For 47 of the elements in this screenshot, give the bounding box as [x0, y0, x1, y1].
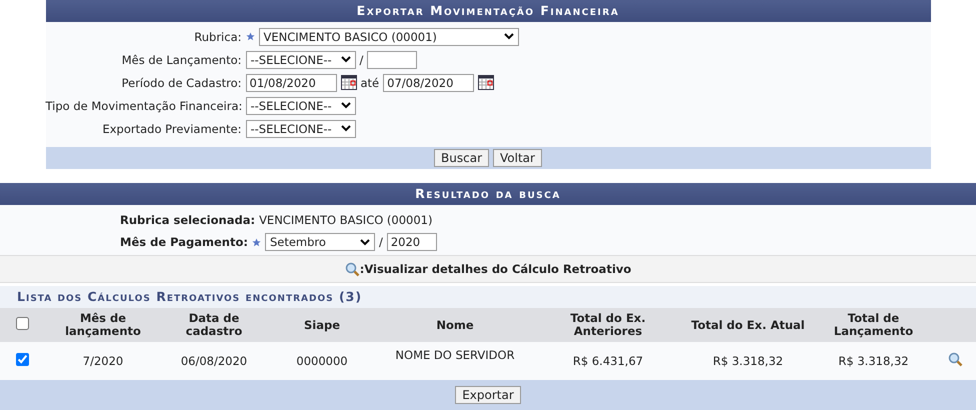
rubrica-value: VENCIMENTO BASICO (00001) [259, 213, 432, 227]
separator: / [360, 52, 364, 66]
form-title: Exportar Movimentação Financeira [46, 0, 930, 22]
date-field[interactable]: 07/08/2020 [383, 74, 474, 92]
column-header: Siape [266, 308, 378, 342]
field-label: Exportado Previamente: [101, 122, 242, 136]
date-field[interactable]: 01/08/2020 [246, 74, 336, 92]
select-field[interactable]: --SELECIONE-- [246, 120, 356, 138]
field-label: Tipo de Movimentação Financeira: [46, 98, 244, 112]
caret-icon [504, 33, 514, 40]
column-header: Total do Ex. Anteriores [532, 308, 684, 342]
search-icon [344, 262, 360, 276]
separator: / [378, 235, 383, 249]
result-title: Resultado da busca [0, 183, 976, 205]
field-label: Mês de Lançamento: [120, 52, 242, 66]
rubrica-label: Rubrica selecionada: [120, 213, 256, 227]
row-checkbox[interactable] [16, 353, 28, 366]
field-label: Rubrica: [193, 30, 242, 44]
select-field[interactable]: --SELECIONE-- [246, 96, 356, 114]
field-label: Período de Cadastro: [120, 76, 242, 90]
caret-icon [340, 56, 350, 63]
list-title: Lista dos Cálculos Retroativos encontrados (3) [0, 286, 976, 308]
year-field[interactable] [367, 50, 418, 68]
payment-label: Mês de Pagamento: [120, 235, 248, 249]
month-select[interactable]: --SELECIONE-- [246, 50, 356, 68]
caret-icon [340, 102, 350, 109]
column-header: Total do Ex. Atual [684, 308, 812, 342]
until-label: até [360, 76, 380, 90]
legend-text: :Visualizar detalhes do Cálculo Retroativo [360, 262, 632, 276]
action-button[interactable]: Voltar [493, 149, 542, 167]
column-header: Mês de lançamento [44, 308, 162, 342]
export-button[interactable]: Exportar [455, 386, 521, 404]
calendar-icon[interactable] [478, 75, 494, 90]
year-field[interactable]: 2020 [386, 233, 437, 251]
column-header: Total de Lançamento [812, 308, 935, 342]
calendar-icon[interactable] [340, 75, 356, 90]
required-icon [246, 32, 254, 41]
caret-icon [340, 125, 350, 132]
month-select[interactable]: Setembro [264, 233, 375, 251]
caret-icon [360, 238, 370, 246]
required-icon [252, 238, 261, 246]
select-all-checkbox[interactable] [16, 317, 28, 330]
rubrica-select[interactable]: VENCIMENTO BASICO (00001) [258, 28, 518, 46]
search-icon [948, 352, 963, 367]
action-button[interactable]: Buscar [434, 149, 490, 167]
column-header: Data de cadastro [162, 308, 266, 342]
column-header: Nome [378, 308, 532, 342]
